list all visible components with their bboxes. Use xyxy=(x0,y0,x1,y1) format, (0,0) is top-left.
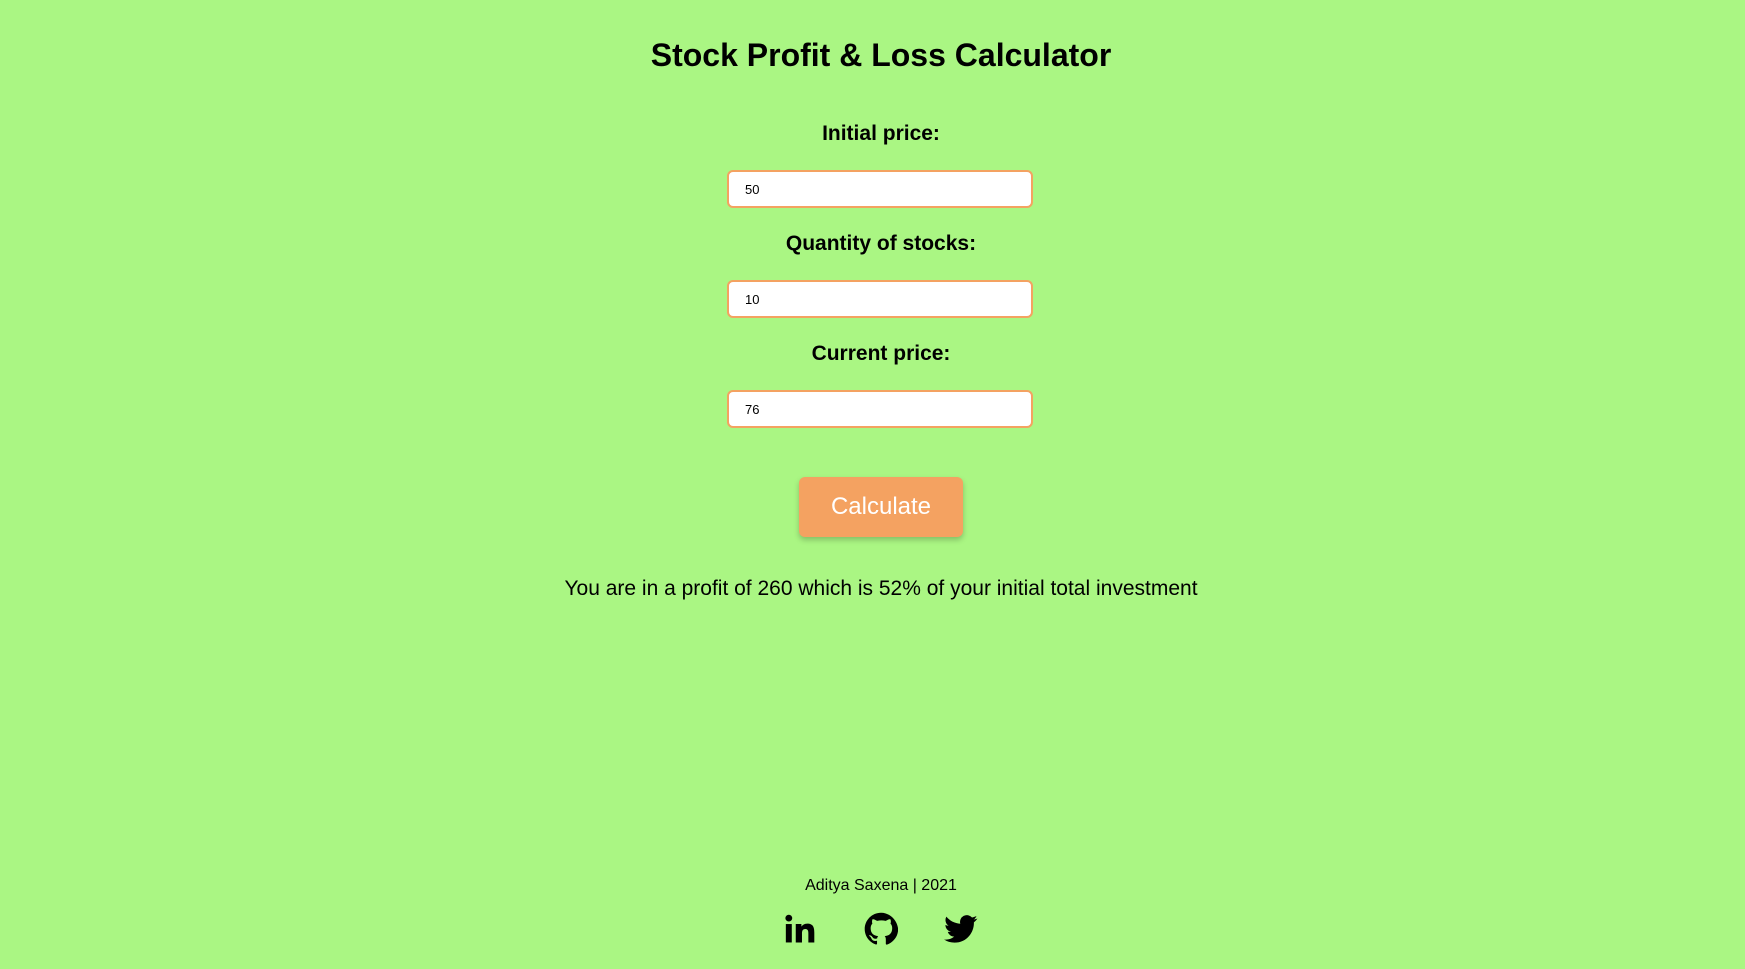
calculate-button[interactable]: Calculate xyxy=(799,477,963,537)
current-price-input[interactable] xyxy=(727,390,1033,428)
twitter-link[interactable] xyxy=(944,912,978,946)
github-icon xyxy=(864,912,898,945)
twitter-icon xyxy=(944,915,978,943)
page-title: Stock Profit & Loss Calculator xyxy=(650,37,1112,73)
footer-credit: Aditya Saxena | 2021 xyxy=(805,877,957,894)
current-price-label: Current price: xyxy=(811,342,951,365)
result-message: You are in a profit of 260 which is 52% … xyxy=(564,577,1198,600)
quantity-label: Quantity of stocks: xyxy=(785,232,977,255)
linkedin-link[interactable] xyxy=(783,912,817,946)
initial-price-label: Initial price: xyxy=(822,122,940,145)
page: Stock Profit & Loss Calculator Initial p… xyxy=(0,0,1745,969)
linkedin-icon xyxy=(785,914,815,943)
initial-price-input[interactable] xyxy=(727,170,1033,208)
quantity-input[interactable] xyxy=(727,280,1033,318)
github-link[interactable] xyxy=(864,912,898,946)
